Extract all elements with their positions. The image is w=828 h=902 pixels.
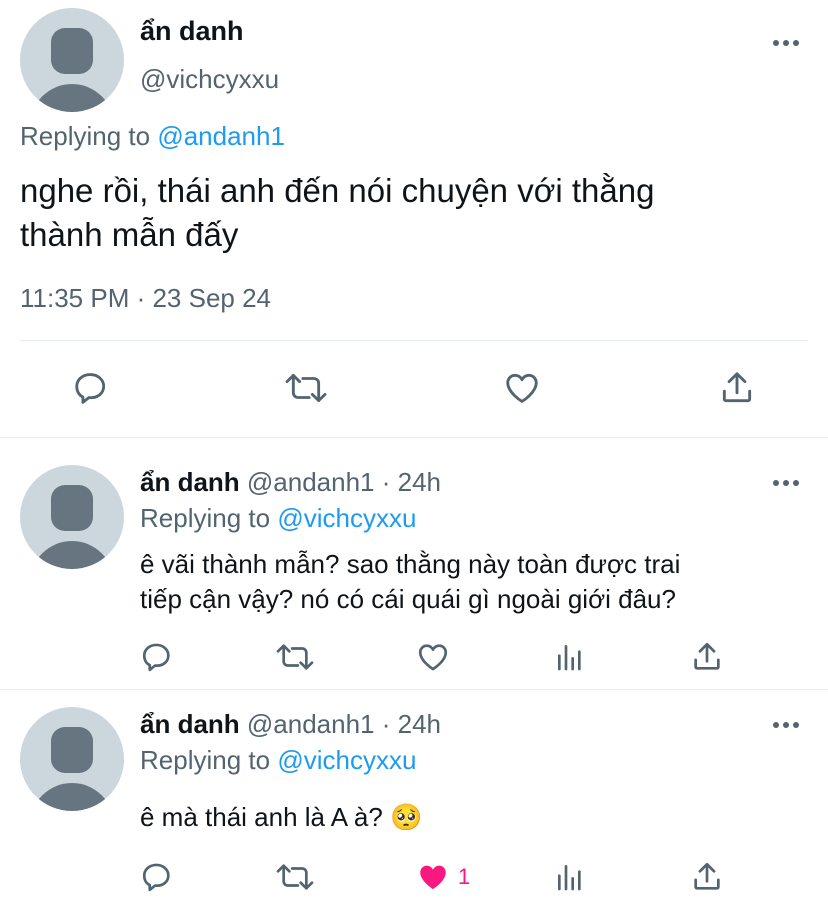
replying-to: Replying to @vichcyxxu [140, 745, 416, 776]
reply-header: ẩn danh @andanh1 · 24h [140, 467, 441, 498]
like-icon[interactable] [415, 640, 451, 674]
share-icon[interactable] [690, 859, 724, 895]
reply-text-line-2: tiếp cận vậy? nó có cái quái gì ngoài gi… [140, 584, 676, 614]
replying-handle-link[interactable]: @vichcyxxu [277, 503, 416, 533]
author-name[interactable]: ẩn danh [140, 16, 244, 47]
analytics-icon[interactable] [554, 640, 586, 674]
reply-handle-time[interactable]: @andanh1 · 24h [247, 709, 441, 739]
replying-to: Replying to @vichcyxxu [140, 503, 416, 534]
reply-author-name[interactable]: ẩn danh [140, 709, 240, 739]
replying-prefix: Replying to [140, 503, 271, 533]
avatar[interactable] [20, 8, 124, 112]
like-count: 1 [458, 864, 471, 889]
tweet-text-line-2: thành mẫn đấy [20, 216, 239, 253]
avatar[interactable] [20, 465, 124, 569]
share-icon[interactable] [690, 639, 724, 675]
tweet-text-line-1: nghe rồi, thái anh đến nói chuyện với th… [20, 172, 655, 209]
reply-handle-time[interactable]: @andanh1 · 24h [247, 467, 441, 497]
author-handle[interactable]: @vichcyxxu [140, 64, 279, 95]
replying-handle-link[interactable]: @andanh1 [157, 121, 285, 151]
retweet-icon[interactable] [283, 369, 329, 407]
analytics-icon[interactable] [554, 860, 586, 894]
reply-text-line-1: ê vãi thành mẫn? sao thằng này toàn được… [140, 549, 681, 579]
reply-header: ẩn danh @andanh1 · 24h [140, 709, 441, 740]
more-icon[interactable] [773, 480, 799, 486]
replying-handle-link[interactable]: @vichcyxxu [277, 745, 416, 775]
divider [0, 689, 828, 690]
share-icon[interactable] [718, 368, 756, 408]
replying-prefix: Replying to [20, 121, 151, 151]
reply-icon[interactable] [140, 860, 174, 894]
divider [0, 437, 828, 438]
tweet-timestamp[interactable]: 11:35 PM · 23 Sep 24 [20, 283, 271, 314]
replying-prefix: Replying to [140, 745, 271, 775]
like-icon-filled[interactable] [415, 860, 451, 894]
retweet-icon[interactable] [275, 860, 315, 894]
divider [20, 340, 808, 341]
more-icon[interactable] [773, 722, 799, 728]
replying-to: Replying to @andanh1 [20, 121, 285, 152]
reply-icon[interactable] [140, 640, 174, 674]
retweet-icon[interactable] [275, 640, 315, 674]
reply-text-line-1: ê mà thái anh là A à? 🥺 [140, 802, 423, 832]
reply-icon[interactable] [72, 369, 110, 407]
avatar[interactable] [20, 707, 124, 811]
reply-author-name[interactable]: ẩn danh [140, 467, 240, 497]
more-icon[interactable] [773, 40, 799, 46]
like-icon[interactable] [502, 369, 542, 407]
